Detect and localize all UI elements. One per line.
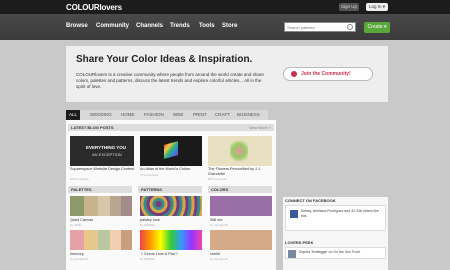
palette-swatch-quiet-canvas[interactable] <box>70 196 132 216</box>
hero-title: Share Your Color Ideas & Inspiration. <box>76 54 253 65</box>
blog-thumb-atlas[interactable] <box>140 136 202 166</box>
sign-up-button[interactable]: Sign Up <box>339 3 359 11</box>
pattern-author[interactable]: by WOMart <box>140 257 155 261</box>
hero-description: COLOURlovers is a creative community whe… <box>76 72 264 89</box>
colors-header: COLORS <box>208 186 272 193</box>
palette-author[interactable]: by numberoff <box>70 257 87 261</box>
blog-thumb-text-1: EVERYTHING YOU <box>86 145 127 150</box>
patterns-header: PATTERNS <box>138 186 202 193</box>
view-more-link[interactable]: View More » <box>249 124 271 131</box>
lovers-peek-item[interactable]: Sepeta Tenttegger on On the Sun Front <box>285 247 386 259</box>
nav-channels[interactable]: Channels <box>136 23 163 29</box>
search-icon[interactable] <box>347 24 353 30</box>
heart-icon <box>291 71 297 77</box>
join-label: Join the Community! <box>301 71 351 77</box>
palette-author[interactable]: by thistle <box>70 223 82 227</box>
tab-fashion[interactable]: FASHION <box>144 110 164 120</box>
color-cube <box>164 141 178 159</box>
create-button[interactable]: Create ▾ <box>364 22 390 33</box>
color-swatch-cheliti[interactable] <box>210 230 272 250</box>
search-input[interactable] <box>285 23 343 31</box>
search-box <box>284 22 356 32</box>
blog-post-comments: 70 Comments <box>140 173 159 177</box>
tab-all[interactable]: ALL <box>66 110 81 120</box>
blog-thumb-squarespace[interactable]: EVERYTHING YOU AN EXCEPTION <box>70 136 134 166</box>
color-author[interactable]: by numberoff <box>210 223 227 227</box>
tab-wedding[interactable]: WEDDING <box>90 110 112 120</box>
logo[interactable]: COLOURlovers <box>66 3 122 12</box>
color-swatch-still-me[interactable] <box>210 196 272 216</box>
sidebar: CONNECT ON FACEBOOK Kiessy, Abellana Rod… <box>283 197 388 270</box>
nav-store[interactable]: Store <box>222 23 237 29</box>
category-tabs: ALL WEDDING HOME FASHION WEB PRINT CRAFT… <box>66 110 268 120</box>
palette-name[interactable]: memory <box>70 252 84 257</box>
color-name[interactable]: cheliti <box>210 252 220 257</box>
blog-post-comments: 28 Comments <box>70 177 89 181</box>
blog-post-comments: 28 Comments <box>208 177 227 181</box>
lovers-peek-text: Sepeta Tenttegger on On the Sun Front <box>299 250 361 254</box>
nav-community[interactable]: Community <box>96 23 129 29</box>
nav-tools[interactable]: Tools <box>199 23 215 29</box>
tab-home[interactable]: HOME <box>121 110 135 120</box>
tab-web[interactable]: WEB <box>173 110 183 120</box>
content-panel: LATEST BLOG POSTS View More » EVERYTHING… <box>66 120 276 270</box>
blog-post-title[interactable]: Squarespace Website Design Contest <box>70 167 136 172</box>
hero-banner: Share Your Color Ideas & Inspiration. CO… <box>66 46 388 102</box>
flower-illustration <box>230 140 248 162</box>
log-in-button[interactable]: Log In ▾ <box>366 3 388 11</box>
palettes-header: PALETTES <box>68 186 132 193</box>
palette-name[interactable]: Quiet Canvas <box>70 218 93 223</box>
pattern-thumb-circus[interactable] <box>140 230 202 250</box>
nav-trends[interactable]: Trends <box>170 23 190 29</box>
top-bar: COLOURlovers Sign Up Log In ▾ <box>0 0 450 14</box>
color-author[interactable]: by numberoff <box>210 257 227 261</box>
blog-post-title[interactable]: The Flowers Personified by J.J. Grandvil… <box>208 167 274 176</box>
blog-header-label: LATEST BLOG POSTS <box>71 125 114 130</box>
tab-print[interactable]: PRINT <box>193 110 207 120</box>
facebook-header: CONNECT ON FACEBOOK <box>285 198 336 203</box>
join-community-button[interactable]: Join the Community! <box>283 67 373 81</box>
nav-browse[interactable]: Browse <box>66 23 88 29</box>
facebook-icon[interactable] <box>290 210 298 218</box>
facebook-text: Kiessy, Abellana Rodriguez and 32,336 ot… <box>301 209 379 218</box>
color-name[interactable]: Still me <box>210 218 222 223</box>
facebook-like-box: Kiessy, Abellana Rodriguez and 32,336 ot… <box>285 205 386 231</box>
pattern-thumb-paisley[interactable] <box>140 196 202 216</box>
main-nav: Browse Community Channels Trends Tools S… <box>0 14 450 40</box>
lovers-peek-header: LOVERS PEEK <box>285 240 314 245</box>
tab-business[interactable]: BUSINESS <box>237 110 260 120</box>
tab-craft[interactable]: CRAFT <box>215 110 230 120</box>
blog-thumb-flowers[interactable] <box>208 136 272 166</box>
blog-thumb-text-2: AN EXCEPTION <box>92 152 122 157</box>
pattern-author[interactable]: by WOMart <box>140 223 155 227</box>
palette-swatch-memory[interactable] <box>70 230 132 250</box>
pattern-name[interactable]: paisley love <box>140 218 160 223</box>
pattern-name[interactable]: ☺Circus Love A Plat☺ <box>140 252 179 257</box>
avatar <box>288 250 296 258</box>
blog-post-title[interactable]: An Atlas of the World's Colors <box>140 167 206 172</box>
blog-header: LATEST BLOG POSTS View More » <box>68 124 274 131</box>
